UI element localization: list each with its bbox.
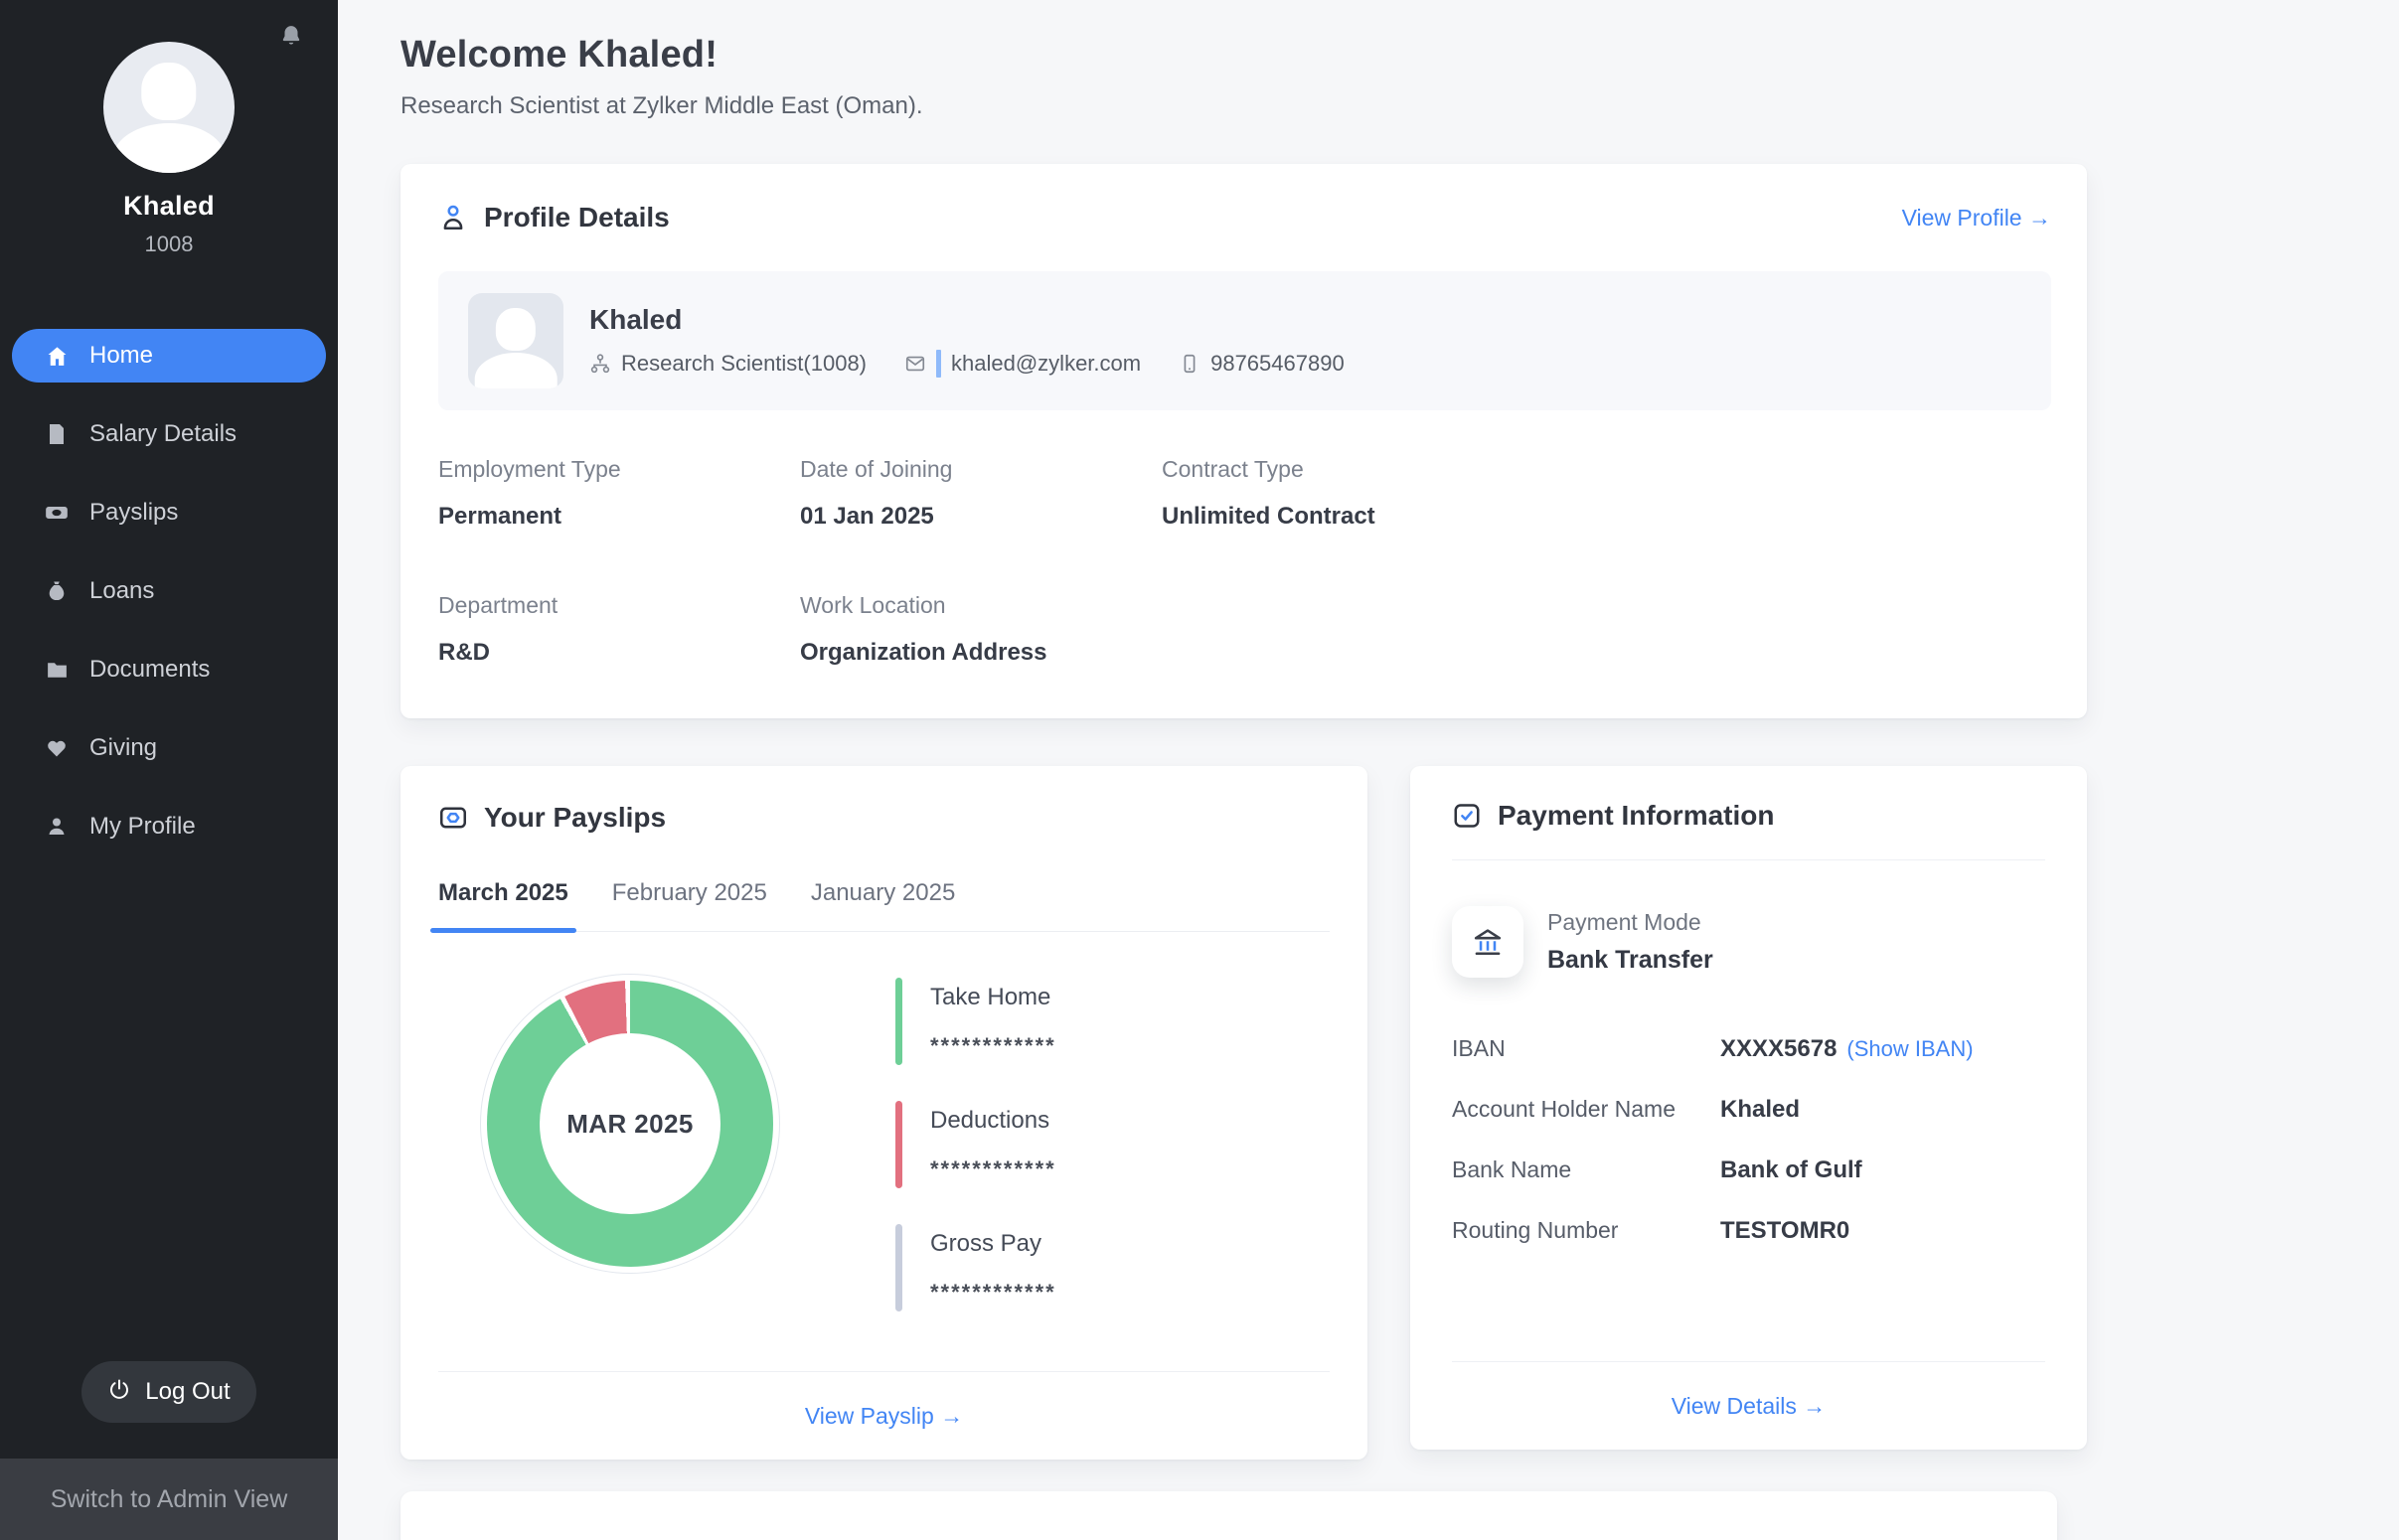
show-iban-link[interactable]: (Show IBAN) — [1846, 1036, 1973, 1062]
view-payslip-link[interactable]: View Payslip → — [805, 1403, 963, 1430]
sidebar-item-payslips[interactable]: Payslips — [12, 486, 326, 539]
payment-information-title: Payment Information — [1498, 800, 1774, 832]
employee-email-text: khaled@zylker.com — [951, 351, 1141, 377]
employee-name: Khaled — [589, 304, 1345, 336]
payslips-icon — [438, 803, 468, 833]
payment-rows: IBAN XXXX5678 (Show IBAN) Account Holder… — [1452, 1035, 2045, 1245]
notification-bell-icon[interactable] — [278, 24, 304, 50]
logout-label: Log Out — [145, 1378, 230, 1406]
page-title: Welcome Khaled! — [400, 34, 2399, 77]
banknote-icon — [44, 500, 70, 526]
sidebar-item-salary-details[interactable]: Salary Details — [12, 407, 326, 461]
payslips-card: Your Payslips March 2025 February 2025 J… — [400, 766, 1367, 1460]
arrow-right-icon: → — [2028, 205, 2051, 231]
next-card-partial — [400, 1491, 2057, 1540]
main-content: Welcome Khaled! Research Scientist at Zy… — [338, 0, 2399, 1540]
folder-icon — [44, 657, 70, 683]
field-date-of-joining: Date of Joining 01 Jan 2025 — [800, 456, 1162, 531]
row-routing-number: Routing Number TESTOMR0 — [1452, 1217, 2045, 1245]
payment-mode: Payment Mode Bank Transfer — [1452, 906, 2045, 978]
power-icon — [107, 1377, 131, 1408]
employee-phone-text: 98765467890 — [1210, 351, 1345, 377]
heart-icon — [44, 735, 70, 761]
sidebar-item-home[interactable]: Home — [12, 329, 326, 383]
sidebar-item-label: Loans — [89, 577, 154, 605]
employee-email: khaled@zylker.com — [904, 350, 1141, 378]
switch-admin-view-button[interactable]: Switch to Admin View — [0, 1459, 338, 1540]
profile-details-icon — [438, 203, 468, 232]
sidebar-nav: Home Salary Details Payslips Loans Docum… — [0, 329, 338, 853]
view-payslip-label: View Payslip — [805, 1403, 934, 1429]
arrow-right-icon: → — [1803, 1393, 1826, 1419]
payslip-month-tabs: March 2025 February 2025 January 2025 — [438, 879, 1330, 932]
sidebar-item-label: Giving — [89, 734, 157, 762]
masked-value: ************ — [930, 1033, 1056, 1059]
view-profile-label: View Profile — [1902, 205, 2022, 231]
profile-details-title: Profile Details — [484, 202, 670, 233]
payslips-title: Your Payslips — [484, 802, 666, 834]
sidebar-item-loans[interactable]: Loans — [12, 564, 326, 618]
payment-mode-value: Bank Transfer — [1547, 946, 1713, 975]
sidebar-item-label: Documents — [89, 656, 210, 684]
field-department: Department R&D — [438, 592, 800, 667]
mobile-phone-icon — [1179, 353, 1200, 375]
org-chart-icon — [589, 353, 611, 375]
payment-information-icon — [1452, 801, 1482, 831]
profile-details-card: Profile Details View Profile → Khaled Re… — [400, 164, 2087, 718]
field-work-location: Work Location Organization Address — [800, 592, 1162, 667]
payslip-chart: MAR 2025 Take Home ************ — [438, 974, 1330, 1311]
text-caret — [936, 350, 941, 378]
legend-deductions: Deductions ************ — [895, 1101, 1056, 1188]
sidebar-item-my-profile[interactable]: My Profile — [12, 800, 326, 853]
field-contract-type: Contract Type Unlimited Contract — [1162, 456, 1523, 531]
person-icon — [44, 814, 70, 840]
employee-role: Research Scientist(1008) — [589, 351, 867, 377]
view-profile-link[interactable]: View Profile → — [1902, 205, 2051, 231]
sidebar-item-label: Home — [89, 342, 153, 370]
money-bag-icon — [44, 578, 70, 604]
donut-center-label: MAR 2025 — [566, 1109, 693, 1140]
row-account-holder-name: Account Holder Name Khaled — [1452, 1096, 2045, 1124]
donut-chart: MAR 2025 — [480, 974, 780, 1274]
tab-march-2025[interactable]: March 2025 — [438, 879, 568, 931]
mail-icon — [904, 353, 926, 375]
row-iban: IBAN XXXX5678 (Show IBAN) — [1452, 1035, 2045, 1063]
row-bank-name: Bank Name Bank of Gulf — [1452, 1156, 2045, 1184]
sidebar-item-label: My Profile — [89, 813, 196, 841]
sidebar-item-giving[interactable]: Giving — [12, 721, 326, 775]
home-icon — [44, 343, 70, 369]
tab-january-2025[interactable]: January 2025 — [811, 879, 955, 931]
sidebar: Khaled 1008 Home Salary Details Payslips… — [0, 0, 338, 1540]
view-details-link[interactable]: View Details → — [1672, 1393, 1827, 1420]
payment-mode-label: Payment Mode — [1547, 909, 1713, 936]
arrow-right-icon: → — [940, 1403, 963, 1429]
document-icon — [44, 421, 70, 447]
field-employment-type: Employment Type Permanent — [438, 456, 800, 531]
view-details-label: View Details — [1672, 1393, 1797, 1419]
chart-legend: Take Home ************ Deductions ******… — [895, 974, 1056, 1311]
employee-banner: Khaled Research Scientist(1008) khaled@ — [438, 271, 2051, 410]
legend-gross-pay: Gross Pay ************ — [895, 1224, 1056, 1311]
bank-icon — [1452, 906, 1523, 978]
payment-information-card: Payment Information Payment Mode Bank Tr… — [1410, 766, 2087, 1450]
profile-fields: Employment Type Permanent Date of Joinin… — [438, 456, 2051, 667]
legend-take-home: Take Home ************ — [895, 978, 1056, 1065]
logout-button[interactable]: Log Out — [81, 1361, 256, 1423]
employee-phone: 98765467890 — [1179, 351, 1345, 377]
employee-avatar — [468, 293, 563, 388]
switch-admin-view-label: Switch to Admin View — [51, 1485, 288, 1514]
sidebar-item-label: Payslips — [89, 499, 178, 527]
masked-value: ************ — [930, 1280, 1056, 1306]
sidebar-user-id: 1008 — [145, 231, 194, 257]
masked-value: ************ — [930, 1156, 1056, 1182]
sidebar-item-label: Salary Details — [89, 420, 237, 448]
sidebar-item-documents[interactable]: Documents — [12, 643, 326, 696]
employee-role-text: Research Scientist(1008) — [621, 351, 867, 377]
tab-february-2025[interactable]: February 2025 — [612, 879, 767, 931]
sidebar-user-name: Khaled — [123, 191, 215, 222]
avatar — [103, 42, 235, 173]
page-subtitle: Research Scientist at Zylker Middle East… — [400, 92, 2399, 120]
